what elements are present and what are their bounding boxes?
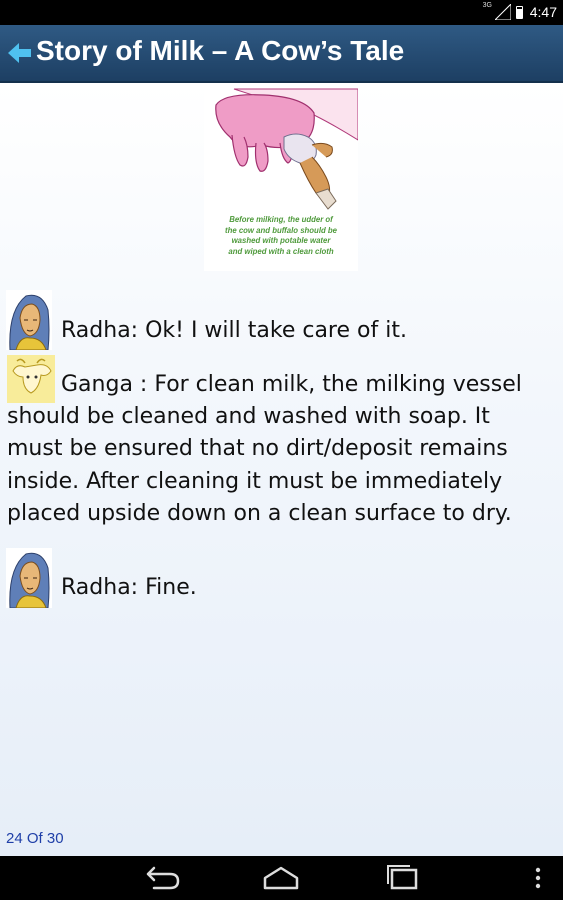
illustration-caption: Before milking, the udder of the cow and…: [204, 215, 358, 257]
ganga-cow-avatar: [7, 355, 55, 403]
radha-avatar: [6, 548, 52, 608]
milking-illustration: Before milking, the udder of the cow and…: [204, 85, 359, 271]
signal-icon: [495, 4, 511, 20]
back-arrow-icon[interactable]: [6, 39, 34, 67]
menu-icon[interactable]: [518, 862, 558, 894]
radha-avatar: [6, 290, 52, 350]
caption-line: the cow and buffalo should be: [224, 225, 338, 235]
back-icon[interactable]: [140, 862, 184, 894]
dialogue-line: Radha: Fine.: [61, 575, 197, 600]
caption-line: and wiped with a clean cloth: [228, 246, 334, 256]
story-content: Before milking, the udder of the cow and…: [0, 83, 563, 856]
udder-cleaning-image: [215, 88, 359, 210]
dialogue-line: inside. After cleaning it must be immedi…: [7, 469, 503, 494]
status-bar: 3G 4:47: [0, 0, 563, 25]
page-title: Story of Milk – A Cow’s Tale: [36, 35, 405, 66]
battery-icon: [516, 6, 523, 19]
page-counter: 24 Of 30: [6, 830, 64, 847]
status-time: 4:47: [529, 4, 557, 20]
dialogue-line: Ganga : For clean milk, the milking vess…: [61, 372, 522, 397]
recents-icon[interactable]: [380, 862, 424, 894]
network-type-label: 3G: [482, 2, 492, 9]
system-nav-bar: [0, 856, 563, 900]
caption-line: washed with potable water: [231, 236, 331, 245]
dialogue-line: placed upside down on a clean surface to…: [7, 501, 512, 526]
home-icon[interactable]: [259, 862, 303, 894]
action-bar: Story of Milk – A Cow’s Tale: [0, 25, 563, 83]
dialogue-line: Radha: Ok! I will take care of it.: [61, 318, 407, 343]
dialogue-line: must be ensured that no dirt/deposit rem…: [7, 436, 508, 461]
dialogue-line: should be cleaned and washed with soap. …: [7, 404, 490, 429]
caption-line: Before milking, the udder of: [229, 215, 333, 224]
